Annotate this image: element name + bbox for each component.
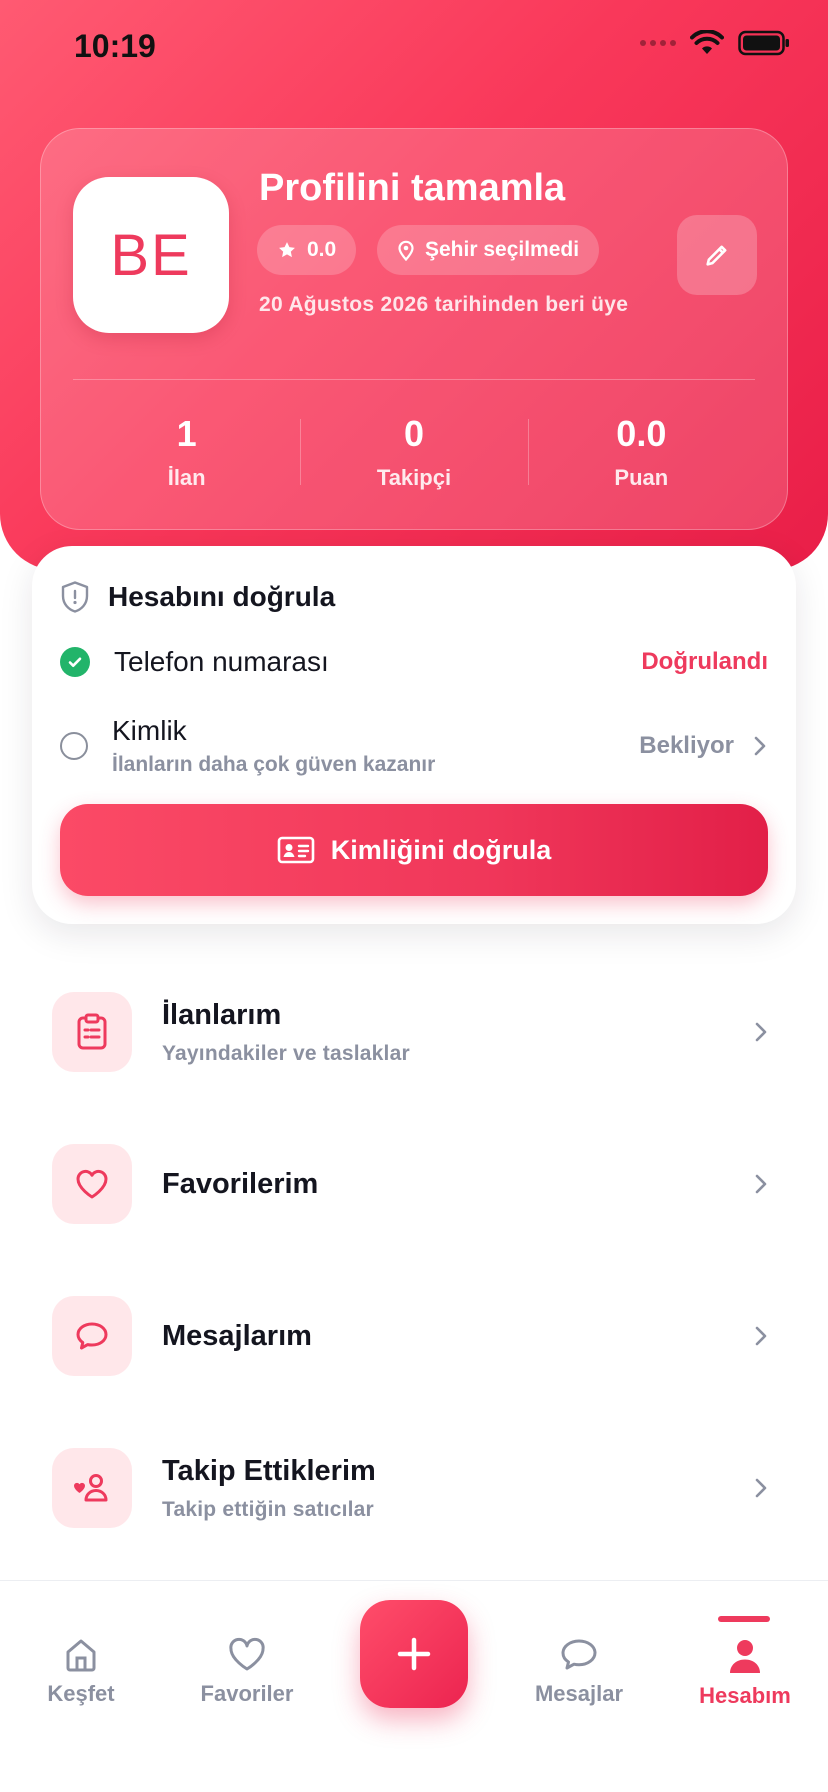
identity-label: Kimlik <box>112 715 187 746</box>
stat-label: Puan <box>614 465 669 490</box>
user-icon <box>730 1640 760 1673</box>
stat-label: Takipçi <box>376 465 452 490</box>
stat-label: İlan <box>167 465 206 490</box>
menu-item-listings[interactable]: İlanlarım Yayındakiler ve taslaklar <box>52 982 776 1082</box>
rating-value: 0.0 <box>307 238 337 261</box>
city-label: Şehir seçilmedi <box>425 238 580 261</box>
clipboard-list-icon <box>52 992 132 1072</box>
verify-identity-button[interactable]: Kimliğini doğrula <box>60 804 768 896</box>
menu-title: Takip Ettiklerim <box>162 1454 376 1487</box>
heart-icon <box>229 1637 265 1671</box>
stat-value: 0 <box>403 413 424 454</box>
empty-circle-icon <box>60 732 88 760</box>
message-icon <box>561 1639 597 1670</box>
battery-icon <box>738 30 789 56</box>
menu-item-following[interactable]: Takip Ettiklerim Takip ettiğin satıcılar <box>52 1438 776 1538</box>
plus-icon <box>397 1637 431 1671</box>
rating-chip: 0.0 <box>257 225 357 275</box>
member-since-text: 20 Ağustos 2026 tarihinden beri üye <box>259 293 629 316</box>
identity-verification-row[interactable]: Kimlik İlanların daha çok güven kazanır … <box>60 706 768 786</box>
status-time: 10:19 <box>74 28 156 64</box>
stat-listings[interactable]: 1 İlan <box>73 397 300 507</box>
profile-title: Profilini tamamla <box>259 167 566 209</box>
identity-sub: İlanların daha çok güven kazanır <box>112 753 436 776</box>
card-divider <box>73 379 755 380</box>
stat-followers[interactable]: 0 Takipçi <box>300 397 527 507</box>
menu-item-favorites[interactable]: Favorilerim <box>52 1134 776 1234</box>
edit-profile-button[interactable] <box>677 215 757 295</box>
city-chip[interactable]: Şehir seçilmedi <box>377 225 600 275</box>
stat-rating[interactable]: 0.0 Puan <box>527 397 755 507</box>
profile-card: BE Profilini tamamla 0.0 Şehir seçilmedi… <box>40 128 788 530</box>
home-icon <box>66 1639 96 1672</box>
location-pin-icon <box>398 240 414 261</box>
star-icon <box>279 242 295 258</box>
verification-card: Hesabını doğrula Telefon numarası Doğrul… <box>32 546 796 924</box>
tab-label: Keşfet <box>47 1681 115 1706</box>
signal-icon <box>640 40 676 46</box>
menu-title: Favorilerim <box>162 1167 319 1200</box>
heart-icon <box>52 1144 132 1224</box>
verification-header: Hesabını doğrula <box>60 580 335 614</box>
menu-item-messages[interactable]: Mesajlarım <box>52 1286 776 1386</box>
tab-favorites[interactable]: Favoriler <box>172 1637 322 1707</box>
active-tab-indicator <box>718 1616 770 1622</box>
stat-value: 0.0 <box>616 413 667 454</box>
tab-label: Hesabım <box>699 1683 791 1708</box>
user-heart-icon <box>52 1448 132 1528</box>
stat-value: 1 <box>176 413 197 454</box>
tab-label: Favoriler <box>200 1681 294 1706</box>
tab-messages[interactable]: Mesajlar <box>504 1637 654 1707</box>
tab-account[interactable]: Hesabım <box>670 1637 820 1709</box>
message-icon <box>52 1296 132 1376</box>
status-icons <box>640 30 790 56</box>
profile-stats: 1 İlan 0 Takipçi 0.0 Puan <box>73 397 755 507</box>
shield-icon <box>61 581 89 613</box>
phone-status: Doğrulandı <box>641 648 768 675</box>
menu-title: Mesajlarım <box>162 1319 312 1352</box>
chevron-right-icon <box>746 1172 776 1196</box>
identity-status: Bekliyor <box>639 732 734 759</box>
phone-verification-row: Telefon numarası Doğrulandı <box>60 642 768 682</box>
chevron-right-icon <box>746 1476 776 1500</box>
tab-explore[interactable]: Keşfet <box>6 1637 156 1707</box>
tab-label: Mesajlar <box>534 1681 624 1706</box>
verification-title: Hesabını doğrula <box>108 581 336 612</box>
verify-button-label: Kimliğini doğrula <box>330 834 552 865</box>
menu-subtitle: Yayındakiler ve taslaklar <box>162 1041 410 1065</box>
phone-label: Telefon numarası <box>114 646 329 677</box>
pencil-icon <box>706 245 727 266</box>
wifi-icon <box>690 30 724 54</box>
id-card-icon <box>277 836 315 864</box>
chevron-right-icon <box>746 1020 776 1044</box>
menu-subtitle: Takip ettiğin satıcılar <box>162 1497 374 1521</box>
menu-title: İlanlarım <box>162 998 282 1031</box>
check-circle-icon <box>60 647 90 677</box>
avatar[interactable]: BE <box>73 177 229 333</box>
chevron-right-icon <box>754 736 766 756</box>
add-listing-button[interactable] <box>360 1600 468 1708</box>
chevron-right-icon <box>746 1324 776 1348</box>
